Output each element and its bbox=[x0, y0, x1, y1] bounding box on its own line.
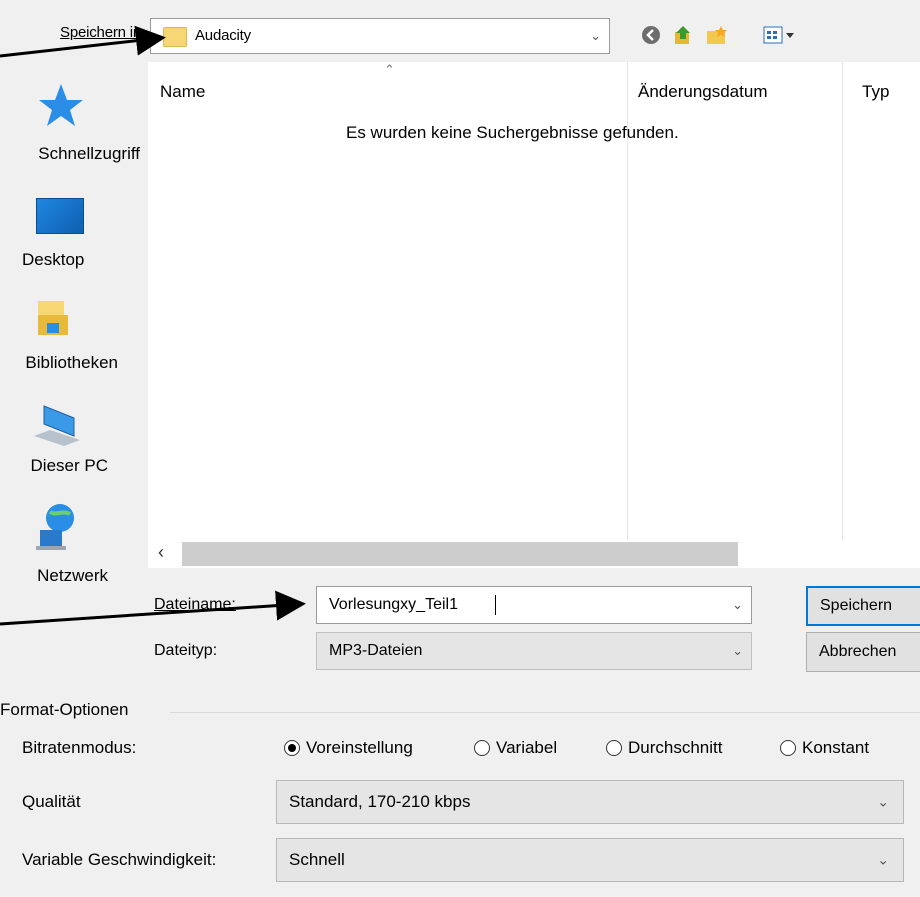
annotation-arrows bbox=[0, 25, 306, 626]
arrow-to-filename bbox=[0, 590, 306, 626]
arrow-to-location bbox=[0, 25, 166, 58]
